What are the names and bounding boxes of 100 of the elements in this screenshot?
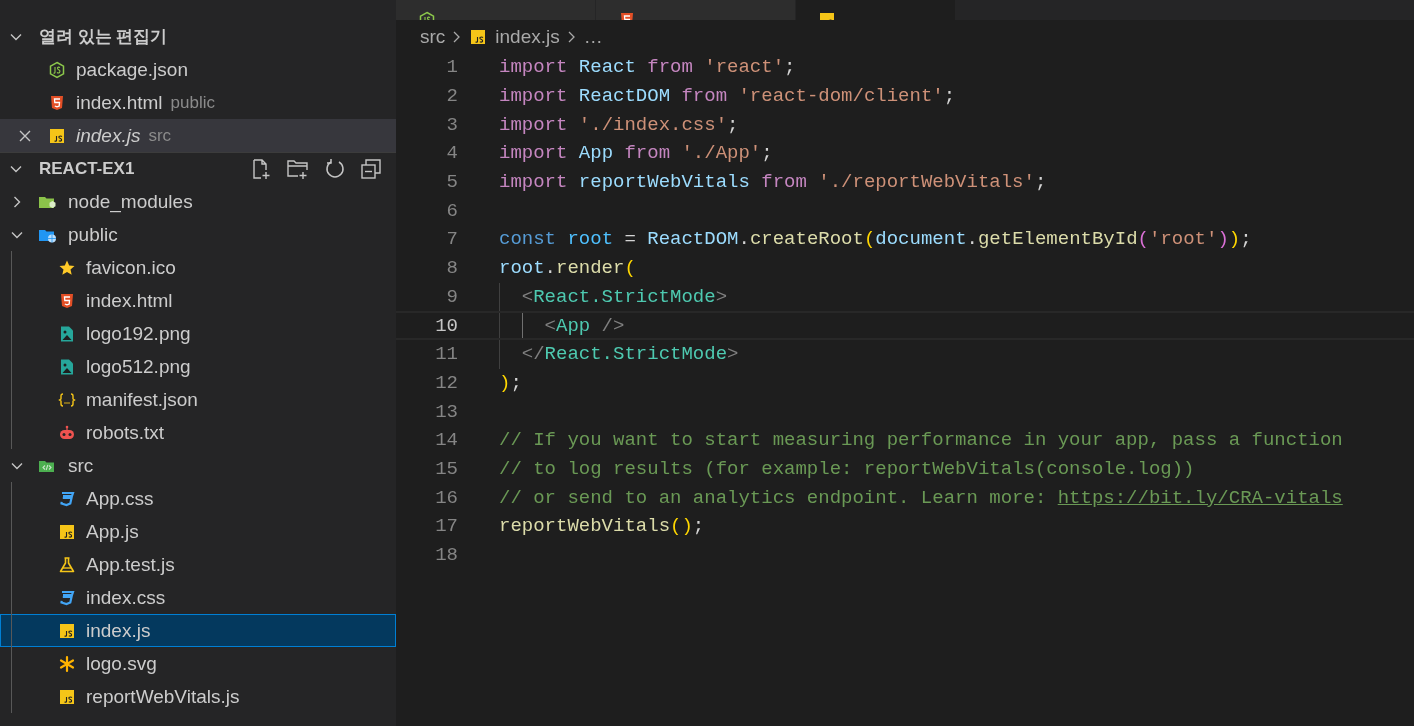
file-tree-item[interactable]: index.html	[0, 284, 396, 317]
code-token: from	[647, 56, 694, 79]
line-number: 3	[445, 113, 458, 136]
code-token: document	[875, 228, 967, 251]
file-tree-item[interactable]: logo512.png	[0, 350, 396, 383]
file-tree-item[interactable]: index.css	[0, 581, 396, 614]
code-token: './App'	[681, 142, 762, 165]
code-token: <	[521, 285, 534, 308]
line-number: 7	[445, 228, 458, 251]
code-token: render	[556, 257, 625, 280]
code-token: )	[1228, 228, 1241, 251]
line-number: 10	[434, 314, 458, 337]
code-token: root	[499, 257, 545, 280]
code-token: import	[499, 56, 569, 79]
code-token: .	[544, 257, 556, 280]
code-token: // If you want to start measuring performance in your app, pass a function	[499, 429, 1343, 452]
line-number: 17	[434, 515, 458, 538]
new-folder-icon[interactable]	[286, 158, 310, 180]
code-token: getElementById	[977, 228, 1138, 251]
code-token: 'root'	[1149, 228, 1218, 251]
line-number: 11	[434, 343, 458, 366]
code-token: ReactDOM	[647, 228, 739, 251]
file-tree-item[interactable]: node_modules	[0, 185, 396, 218]
file-folder-hint: src	[148, 125, 172, 146]
file-tree-item[interactable]: index.js	[0, 614, 396, 647]
file-tree-item[interactable]: App.test.js	[0, 548, 396, 581]
code-token: .	[738, 228, 750, 251]
line-number: 2	[445, 85, 458, 108]
code-token: './index.css'	[578, 113, 728, 136]
breadcrumb-item[interactable]: …	[583, 25, 603, 48]
line-number: 13	[434, 400, 458, 423]
section-title: 열려 있는 편집기	[39, 26, 168, 48]
line-number: 8	[445, 257, 458, 280]
code-token: >	[727, 343, 739, 366]
code-token: App	[578, 142, 615, 165]
code-token: React.StrictMode	[533, 285, 716, 308]
code-token: from	[681, 85, 729, 108]
code-token: 'react-dom/client'	[738, 85, 944, 108]
code-token: )	[499, 371, 511, 394]
code-token: 'react'	[704, 56, 785, 79]
code-token: import	[499, 142, 569, 165]
line-number: 18	[434, 544, 458, 567]
file-tree-item[interactable]: public	[0, 218, 396, 251]
code-token: =	[624, 228, 637, 251]
code-token: const	[499, 228, 557, 251]
collapse-all-icon[interactable]	[360, 158, 382, 180]
refresh-icon[interactable]	[324, 158, 346, 180]
code-token: </	[521, 343, 545, 366]
code-token: React	[578, 56, 637, 79]
file-tree-item[interactable]: src	[0, 449, 396, 482]
code-token: <	[544, 314, 556, 337]
code-token: ;	[1240, 228, 1252, 251]
open-editor-item[interactable]: index.html public	[0, 86, 396, 119]
breadcrumb-item[interactable]: index.js	[495, 25, 560, 48]
file-tree-item[interactable]: favicon.ico	[0, 251, 396, 284]
file-tree-item[interactable]: manifest.json	[0, 383, 396, 416]
file-tree-item[interactable]: App.css	[0, 482, 396, 515]
line-number: 6	[445, 199, 458, 222]
breadcrumb-item[interactable]: src	[420, 25, 446, 48]
new-file-icon[interactable]	[250, 158, 272, 180]
code-token: import	[499, 85, 569, 108]
code-token: ;	[692, 515, 705, 538]
code-token: from	[761, 171, 808, 194]
file-tree-item[interactable]: App.js	[0, 515, 396, 548]
file-tree-item[interactable]: logo.svg	[0, 647, 396, 680]
line-number: 15	[434, 457, 458, 480]
open-editor-item[interactable]: package.json	[0, 53, 396, 86]
code-token: ;	[943, 85, 956, 108]
line-number: 14	[434, 429, 458, 452]
code-token: (	[624, 257, 636, 280]
code-token: reportWebVitals	[578, 171, 751, 194]
code-token: './reportWebVitals'	[818, 171, 1035, 194]
file-folder-hint: public	[170, 92, 216, 113]
file-tree-item[interactable]: logo192.png	[0, 317, 396, 350]
line-number: 16	[434, 486, 458, 509]
line-number: 1	[445, 56, 458, 79]
code-token: .	[966, 228, 978, 251]
code-token: )	[1217, 228, 1229, 251]
line-number: 9	[445, 285, 458, 308]
line-number: 4	[445, 142, 458, 165]
file-tree-item[interactable]: reportWebVitals.js	[0, 680, 396, 713]
code-token: reportWebVitals	[499, 515, 671, 538]
file-tree-item[interactable]: robots.txt	[0, 416, 396, 449]
code-token: // to log results (for example: reportWebVitals(console.log))	[499, 457, 1195, 480]
code-link[interactable]: https://bit.ly/CRA-vitals	[1057, 486, 1343, 509]
line-number: 5	[445, 171, 458, 194]
code-token: createRoot	[749, 228, 864, 251]
editor-tab[interactable]	[796, 0, 956, 20]
code-token: ;	[784, 56, 796, 79]
code-token: React.StrictMode	[544, 343, 728, 366]
code-token: import	[499, 171, 569, 194]
code-token: (	[1137, 228, 1149, 251]
code-token: App	[556, 314, 592, 337]
code-token: )	[681, 515, 693, 538]
code-token: ReactDOM	[578, 85, 672, 108]
code-token: (	[670, 515, 682, 538]
code-token: ;	[727, 113, 739, 136]
open-editor-item[interactable]: index.js src	[0, 119, 396, 152]
code-token: import	[499, 113, 569, 136]
code-token: (	[863, 228, 876, 251]
